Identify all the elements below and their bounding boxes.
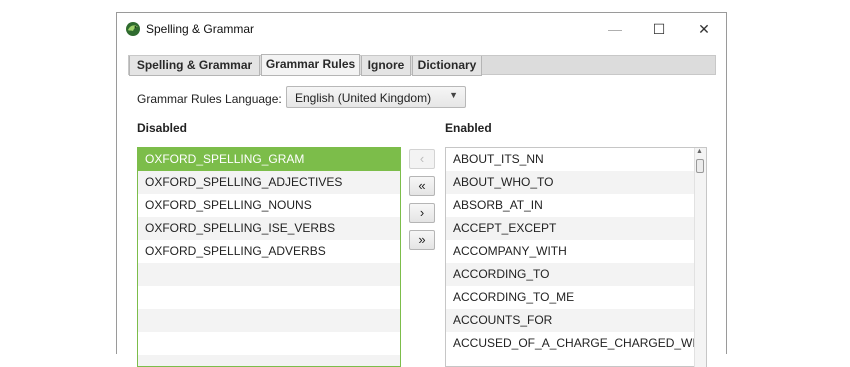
bird-logo-icon (126, 22, 140, 36)
list-item[interactable]: OXFORD_SPELLING_NOUNS (138, 194, 400, 217)
list-item[interactable]: OXFORD_SPELLING_ISE_VERBS (138, 217, 400, 240)
window-title: Spelling & Grammar (146, 22, 255, 36)
move-all-left-button[interactable]: « (409, 176, 435, 196)
empty-row (138, 309, 400, 332)
maximize-button[interactable]: ☐ (637, 17, 681, 41)
minimize-button[interactable]: — (593, 17, 637, 41)
list-item[interactable]: ABOUT_WHO_TO (446, 171, 706, 194)
language-value: English (United Kingdom) (295, 91, 432, 105)
title-bar[interactable]: Spelling & Grammar — ☐ ✕ (117, 13, 726, 45)
language-dropdown[interactable]: English (United Kingdom) ▼ (286, 86, 466, 108)
tab-spelling-grammar[interactable]: Spelling & Grammar (129, 56, 260, 76)
enabled-list-scrollbar[interactable]: ▲ (694, 148, 706, 367)
list-item[interactable]: ACCORDING_TO_ME (446, 286, 706, 309)
empty-row (138, 332, 400, 355)
tab-ignore[interactable]: Ignore (361, 56, 411, 76)
enabled-heading: Enabled (445, 121, 492, 135)
chevron-down-icon: ▼ (449, 90, 458, 100)
tab-strip: Spelling & Grammar Grammar Rules Ignore … (128, 54, 716, 76)
spelling-grammar-window: Spelling & Grammar — ☐ ✕ Spelling & Gram… (116, 12, 727, 367)
tab-dictionary[interactable]: Dictionary (412, 56, 482, 76)
scroll-up-icon[interactable]: ▲ (696, 148, 703, 155)
list-item[interactable]: OXFORD_SPELLING_ADVERBS (138, 240, 400, 263)
list-item[interactable]: ACCEPT_EXCEPT (446, 217, 706, 240)
list-item[interactable]: ACCOUNTS_FOR (446, 309, 706, 332)
empty-row (138, 286, 400, 309)
language-label: Grammar Rules Language: (137, 92, 282, 106)
scrollbar-thumb[interactable] (696, 159, 704, 173)
tab-grammar-rules[interactable]: Grammar Rules (261, 54, 360, 76)
list-item[interactable]: OXFORD_SPELLING_GRAM (138, 148, 400, 171)
move-left-button[interactable]: ‹ (409, 149, 435, 169)
disabled-heading: Disabled (137, 121, 188, 135)
move-all-right-button[interactable]: » (409, 230, 435, 250)
empty-row (138, 355, 400, 366)
disabled-rules-list[interactable]: OXFORD_SPELLING_GRAM OXFORD_SPELLING_ADJ… (137, 147, 401, 367)
list-item[interactable]: ACCOMPANY_WITH (446, 240, 706, 263)
list-item[interactable]: OXFORD_SPELLING_ADJECTIVES (138, 171, 400, 194)
enabled-rules-list[interactable]: ABOUT_ITS_NN ABOUT_WHO_TO ABSORB_AT_IN A… (445, 147, 707, 367)
list-item[interactable]: ABSORB_AT_IN (446, 194, 706, 217)
move-right-button[interactable]: › (409, 203, 435, 223)
list-item[interactable]: ACCUSED_OF_A_CHARGE_CHARGED_WITH (446, 332, 706, 355)
list-item[interactable]: ABOUT_ITS_NN (446, 148, 706, 171)
empty-row (138, 263, 400, 286)
list-item[interactable]: ACCORDING_TO (446, 263, 706, 286)
close-button[interactable]: ✕ (682, 17, 726, 41)
